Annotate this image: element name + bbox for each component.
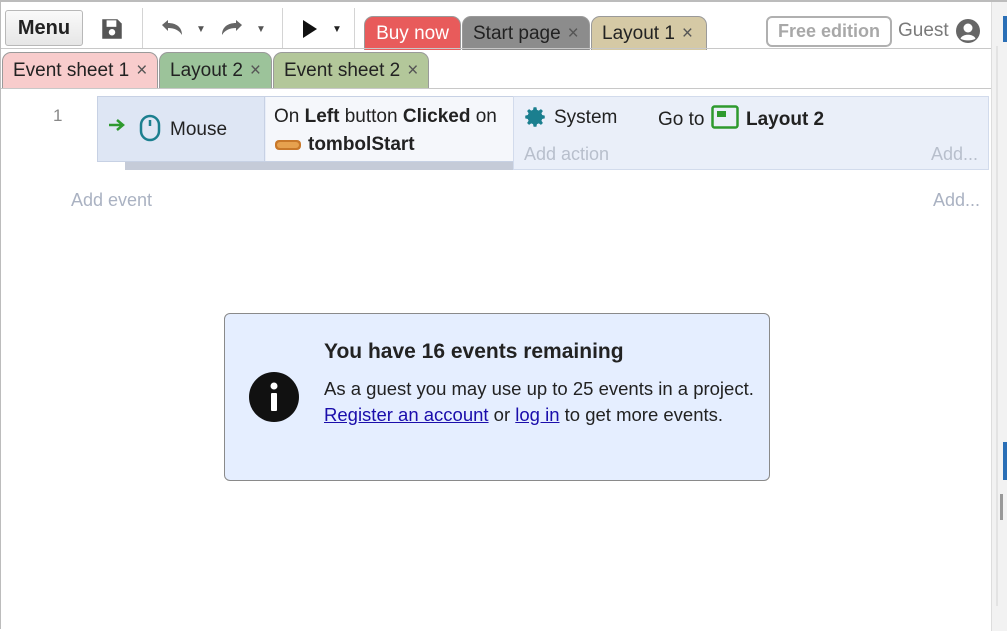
redo-icon [222, 20, 242, 35]
close-icon[interactable]: × [407, 60, 418, 82]
add-event-link[interactable]: Add event [71, 190, 152, 211]
tab-layout-2[interactable]: Layout 2 × [159, 52, 272, 88]
tab-event-sheet-2[interactable]: Event sheet 2 × [273, 52, 429, 88]
notice-title: You have 16 events remaining [324, 340, 624, 363]
register-link[interactable]: Register an account [324, 404, 489, 425]
scroll-track [996, 46, 998, 606]
tab-start-page[interactable]: Start page × [462, 16, 590, 50]
right-scrollbar[interactable] [991, 2, 1007, 631]
trigger-arrow-icon [109, 119, 125, 131]
close-icon[interactable]: × [136, 60, 147, 82]
close-icon[interactable]: × [568, 23, 579, 45]
menu-button[interactable]: Menu [5, 10, 83, 46]
undo-icon [162, 20, 182, 35]
event-row[interactable]: Mouse On Left button Clicked on tombolSt… [97, 96, 989, 170]
notice-text: or [488, 404, 516, 425]
event-number: 1 [53, 106, 63, 125]
tab-label: Layout 1 [602, 22, 675, 44]
redo-dropdown-icon[interactable]: ▼ [256, 14, 266, 44]
user-icon[interactable] [955, 18, 981, 49]
divider [1, 48, 991, 49]
condition-target-name: tombolStart [308, 134, 415, 155]
redo-button[interactable] [214, 14, 250, 44]
condition-text-part: button [339, 106, 403, 127]
condition-text[interactable]: On Left button Clicked on tombolStart [266, 97, 514, 161]
save-button[interactable] [96, 14, 128, 44]
tab-layout-1[interactable]: Layout 1 × [591, 16, 707, 50]
add-event-menu-link[interactable]: Add... [933, 190, 980, 211]
scroll-marker [1003, 442, 1007, 480]
info-icon [249, 372, 299, 422]
notice-text: As a guest you may use up to 25 events i… [324, 378, 754, 399]
notice-text: to get more events. [559, 404, 724, 425]
free-edition-button[interactable]: Free edition [766, 16, 892, 47]
condition-object-label: Mouse [170, 119, 228, 140]
notice-body: As a guest you may use up to 25 events i… [324, 376, 764, 428]
condition-param-button: Left [304, 106, 340, 127]
action-row[interactable]: System Go to Layout 2 [514, 97, 990, 139]
tab-label: Event sheet 2 [284, 59, 401, 81]
mouse-icon [139, 114, 161, 142]
undo-button[interactable] [154, 14, 190, 44]
condition-line-2: tombolStart [274, 131, 506, 159]
play-icon [303, 20, 317, 38]
toolbar-separator [142, 8, 143, 48]
action-text: Go to [658, 109, 705, 130]
toolbar-separator [282, 8, 283, 48]
save-icon [102, 19, 122, 39]
condition-text-part: On [274, 106, 305, 127]
add-action-link[interactable]: Add action [524, 144, 609, 165]
gear-icon [525, 107, 545, 127]
toolbar-separator [354, 8, 355, 48]
scroll-marker [1000, 494, 1003, 520]
layout-icon [711, 105, 739, 129]
tab-label: Buy now [376, 22, 449, 44]
undo-dropdown-icon[interactable]: ▼ [196, 14, 206, 44]
condition-block[interactable]: Mouse On Left button Clicked on tombolSt… [97, 96, 514, 162]
add-action-menu-link[interactable]: Add... [931, 144, 978, 165]
close-icon[interactable]: × [250, 60, 261, 82]
events-remaining-notice: You have 16 events remaining As a guest … [224, 313, 770, 481]
action-block[interactable]: System Go to Layout 2 Add action Add... [513, 96, 989, 170]
divider [1, 88, 991, 89]
condition-param-clicked: Clicked [402, 106, 471, 127]
condition-line-1: On Left button Clicked on [274, 103, 506, 131]
tab-label: Layout 2 [170, 59, 243, 81]
scroll-marker [1003, 16, 1007, 42]
guest-label[interactable]: Guest [898, 20, 949, 42]
preview-dropdown-icon[interactable]: ▼ [332, 14, 342, 44]
close-icon[interactable]: × [682, 23, 693, 45]
action-target-name: Layout 2 [746, 109, 825, 130]
tab-label: Start page [473, 22, 561, 44]
sprite-icon [275, 139, 301, 150]
tab-event-sheet-1[interactable]: Event sheet 1 × [2, 52, 158, 88]
main-toolbar: Menu ▼ ▼ ▼ Buy now Start page × Layout 1… [2, 4, 991, 50]
tab-label: Event sheet 1 [13, 59, 130, 81]
action-object-label: System [554, 107, 618, 128]
condition-object[interactable]: Mouse [98, 97, 265, 161]
tab-buy-now[interactable]: Buy now [364, 16, 461, 50]
preview-button[interactable] [298, 14, 322, 44]
login-link[interactable]: log in [515, 404, 559, 425]
app-window: Menu ▼ ▼ ▼ Buy now Start page × Layout 1… [0, 0, 1007, 631]
condition-text-part: on [470, 106, 497, 127]
